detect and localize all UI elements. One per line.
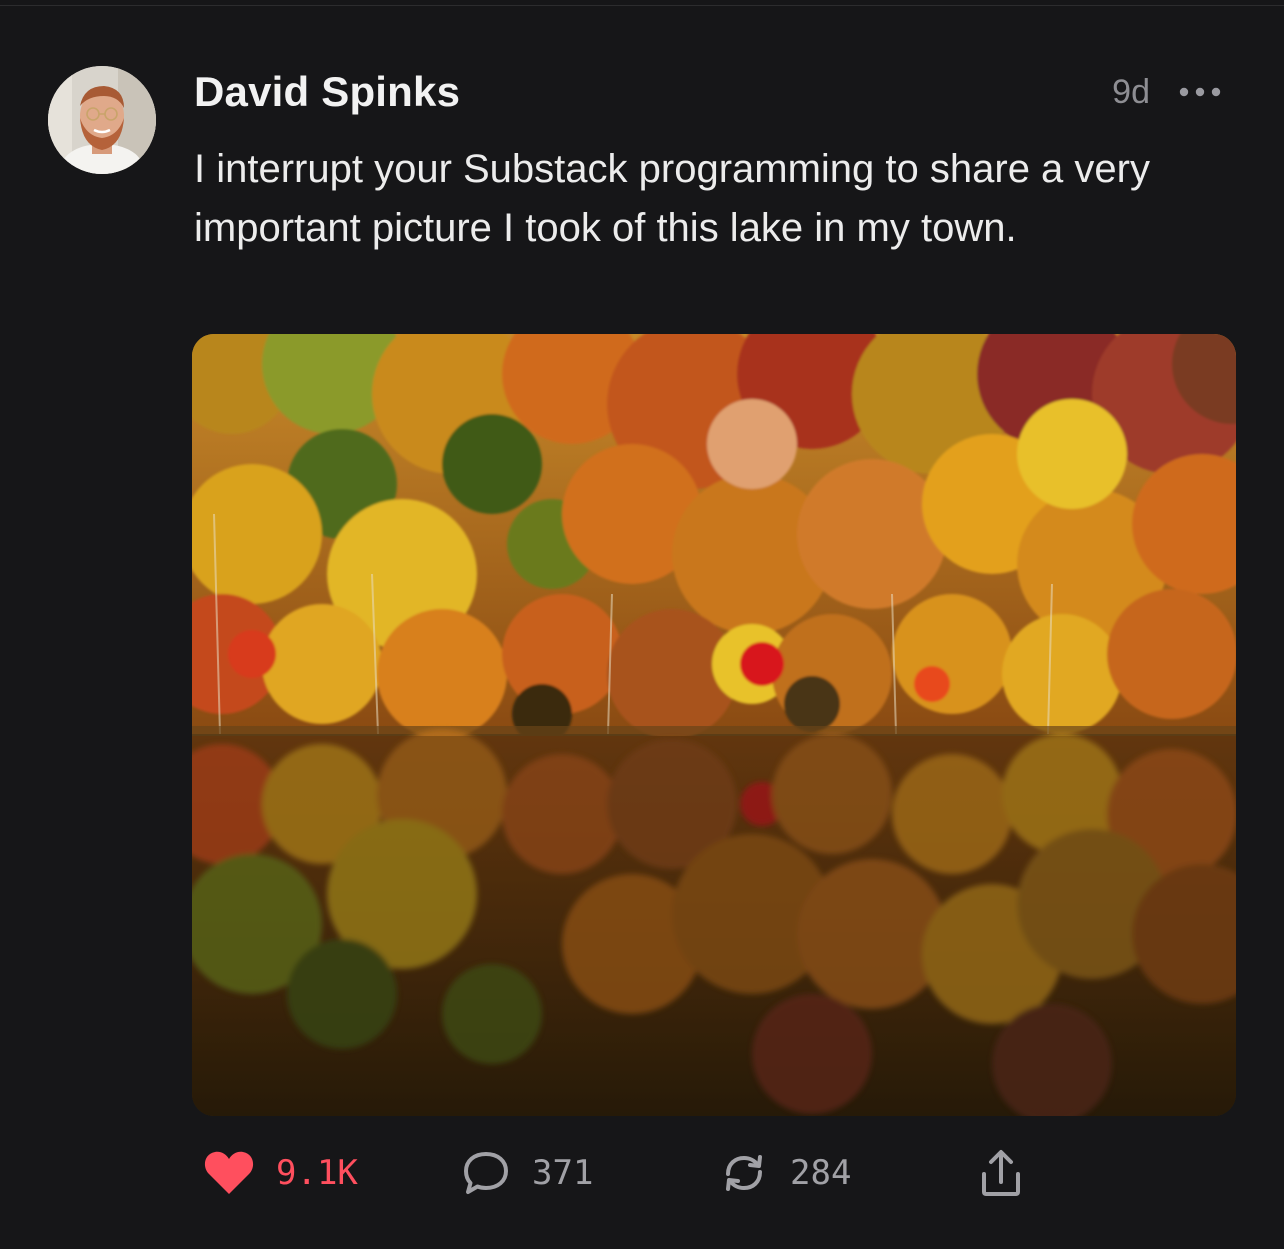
share-icon: [982, 1150, 1020, 1196]
restack-icon: [726, 1155, 762, 1191]
action-bar: 9.1K 371 284: [0, 1138, 1284, 1208]
comment-button[interactable]: 371: [462, 1138, 593, 1208]
avatar-image: [48, 66, 156, 174]
ellipsis-icon: [1179, 87, 1221, 97]
post-image[interactable]: [192, 334, 1236, 1116]
autumn-lake-photo: [192, 334, 1236, 1116]
comment-icon: [464, 1152, 508, 1194]
author-name[interactable]: David Spinks: [194, 64, 460, 120]
avatar[interactable]: [48, 66, 156, 174]
share-button[interactable]: [978, 1138, 1024, 1208]
comment-count: 371: [532, 1153, 594, 1193]
post-timestamp: 9d: [1112, 73, 1150, 111]
like-button[interactable]: 9.1K: [204, 1138, 358, 1208]
restack-count: 284: [790, 1153, 852, 1193]
like-count: 9.1K: [276, 1153, 358, 1193]
post-body-text: I interrupt your Substack programming to…: [194, 147, 1150, 250]
more-options-button[interactable]: [1176, 72, 1224, 112]
heart-icon: [204, 1151, 254, 1194]
restack-button[interactable]: 284: [720, 1138, 851, 1208]
post-card: David Spinks 9d I interrupt your Substac…: [0, 0, 1284, 1249]
